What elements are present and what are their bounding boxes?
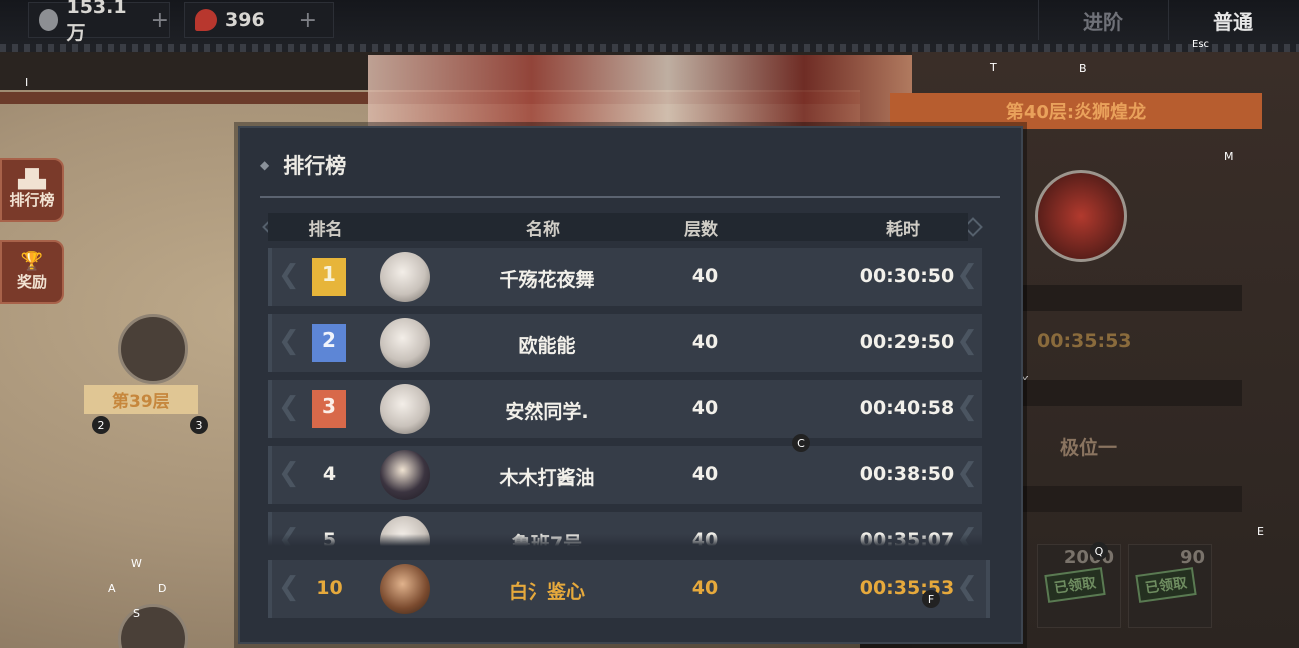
avatar[interactable]: [380, 450, 430, 500]
avatar[interactable]: [380, 384, 430, 434]
player-floor: 40: [691, 331, 719, 353]
esc-hint: Esc: [1192, 39, 1210, 50]
rewards-button-label: 奖励: [16, 272, 47, 291]
key-hint-c: C: [792, 434, 810, 452]
add-crystal-button[interactable]: +: [299, 8, 317, 33]
key-hint-f: F: [922, 590, 940, 608]
crystal-icon: [195, 9, 217, 31]
coin-icon: [39, 9, 59, 31]
chevron-left-icon: ❮: [278, 326, 300, 356]
rank-number: 4: [322, 463, 337, 485]
player-floor: 40: [691, 265, 719, 287]
key-hint-i: I: [25, 76, 29, 89]
table-header: 排名 名称 层数 耗时: [268, 213, 968, 241]
rewards-button[interactable]: 🏆 奖励: [0, 240, 64, 304]
coin-value: 153.1万: [66, 0, 127, 44]
add-coin-button[interactable]: +: [151, 8, 169, 33]
leaderboard-icon: ▟▙: [18, 168, 46, 190]
crystal-counter: 396 +: [184, 2, 334, 38]
chevron-left-icon: ❮: [278, 392, 300, 422]
chevron-right-icon: ❮: [956, 572, 978, 602]
chevron-right-icon: ❮: [956, 326, 978, 356]
table-row[interactable]: ❮ 3 安然同学. 40 00:40:58 ❮: [268, 380, 982, 438]
boss-portrait[interactable]: [1035, 170, 1127, 262]
header-time: 耗时: [886, 219, 920, 240]
reward-slot[interactable]: 2000 已领取: [1037, 544, 1121, 628]
top-bar-trim: [0, 44, 1299, 52]
table-row[interactable]: ❮ 1 千殇花夜舞 40 00:30:50 ❮: [268, 248, 982, 306]
dialog-title: 排行榜: [283, 154, 347, 178]
rank-badge-gold: 1: [312, 258, 346, 296]
ranking-list[interactable]: ❮ 1 千殇花夜舞 40 00:30:50 ❮ ❮ 2 欧能能 40 00:29…: [268, 248, 982, 546]
crystal-value: 396: [225, 9, 265, 31]
leaderboard-dialog: ◆ 排行榜 排名 名称 层数 耗时 ❮ 1 千殇花夜舞 40 00:30:50 …: [238, 126, 1023, 644]
rank-number: 3: [322, 394, 336, 418]
player-name: 千殇花夜舞: [499, 269, 595, 291]
node-key-2: 2: [92, 416, 110, 434]
boss-floor-title: 第40层:炎狮煌龙: [890, 93, 1262, 129]
claimed-stamp: 已领取: [1044, 567, 1106, 603]
node-key-3: 3: [190, 416, 208, 434]
chevron-right-icon: ❮: [956, 458, 978, 488]
key-hint-w: W: [131, 557, 142, 570]
player-name: 安然同学.: [505, 401, 589, 423]
table-row[interactable]: ❮ 2 欧能能 40 00:29:50 ❮: [268, 314, 982, 372]
player-name: 木木打酱油: [499, 467, 595, 489]
key-hint-q: Q: [1090, 542, 1108, 560]
header-floor: 层数: [684, 219, 718, 240]
dragon-artwork: [368, 55, 913, 130]
rank-number: 2: [322, 328, 336, 352]
reward-amount: 90: [1179, 547, 1205, 568]
rank-badge-silver: 2: [312, 324, 346, 362]
chevron-right-icon: ❮: [956, 392, 978, 422]
panel-divider-1: [1020, 285, 1242, 311]
panel-divider-2: [1020, 380, 1242, 406]
key-hint-s: S: [133, 607, 140, 620]
panel-divider-3: [1020, 486, 1242, 512]
chevron-right-icon: ❮: [956, 260, 978, 290]
chevron-left-icon: ❮: [278, 572, 300, 602]
header-name: 名称: [526, 219, 560, 240]
rank-text: 极位一: [1060, 437, 1118, 459]
leaderboard-button[interactable]: ▟▙ 排行榜: [0, 158, 64, 222]
chevron-left-icon: ❮: [278, 260, 300, 290]
header-divider: [260, 196, 1000, 198]
claimed-stamp: 已领取: [1135, 567, 1197, 603]
coin-counter: 153.1万 +: [28, 0, 170, 44]
my-floor: 40: [691, 577, 719, 599]
player-floor: 40: [691, 397, 719, 419]
tab-advanced[interactable]: 进阶: [1038, 0, 1167, 40]
key-hint-e: E: [1257, 525, 1264, 538]
my-ranking-row[interactable]: 10 白氵鉴心 40 00:35:53 ❮ ❮: [268, 560, 990, 618]
key-hint-b: B: [1079, 62, 1087, 75]
diamond-bullet-icon: ◆: [260, 158, 270, 172]
avatar[interactable]: [380, 252, 430, 302]
list-fade: [268, 534, 982, 546]
player-name: 欧能能: [518, 335, 576, 357]
floor-39-label: 第39层: [84, 385, 198, 414]
key-hint-d: D: [158, 582, 167, 595]
key-hint-t: T: [990, 61, 997, 74]
avatar[interactable]: [380, 318, 430, 368]
floor-39-node[interactable]: [118, 314, 188, 384]
table-row[interactable]: ❮ 4 木木打酱油 40 00:38:50 ❮: [268, 446, 982, 504]
player-floor: 40: [691, 463, 719, 485]
key-hint-m: M: [1224, 150, 1234, 163]
dialog-header: ◆ 排行榜: [260, 146, 346, 184]
my-name: 白氵鉴心: [508, 581, 585, 603]
tab-normal[interactable]: 普通: [1168, 0, 1297, 40]
key-hint-a: A: [108, 582, 116, 595]
trophy-icon: 🏆: [20, 250, 44, 272]
leaderboard-button-label: 排行榜: [9, 190, 55, 209]
rank-badge-bronze: 3: [312, 390, 346, 428]
avatar[interactable]: [380, 564, 430, 614]
reward-slot[interactable]: 90 已领取: [1128, 544, 1212, 628]
rank-number: 1: [322, 262, 336, 286]
best-time: 00:35:53: [1037, 330, 1132, 352]
header-rank: 排名: [308, 219, 343, 240]
